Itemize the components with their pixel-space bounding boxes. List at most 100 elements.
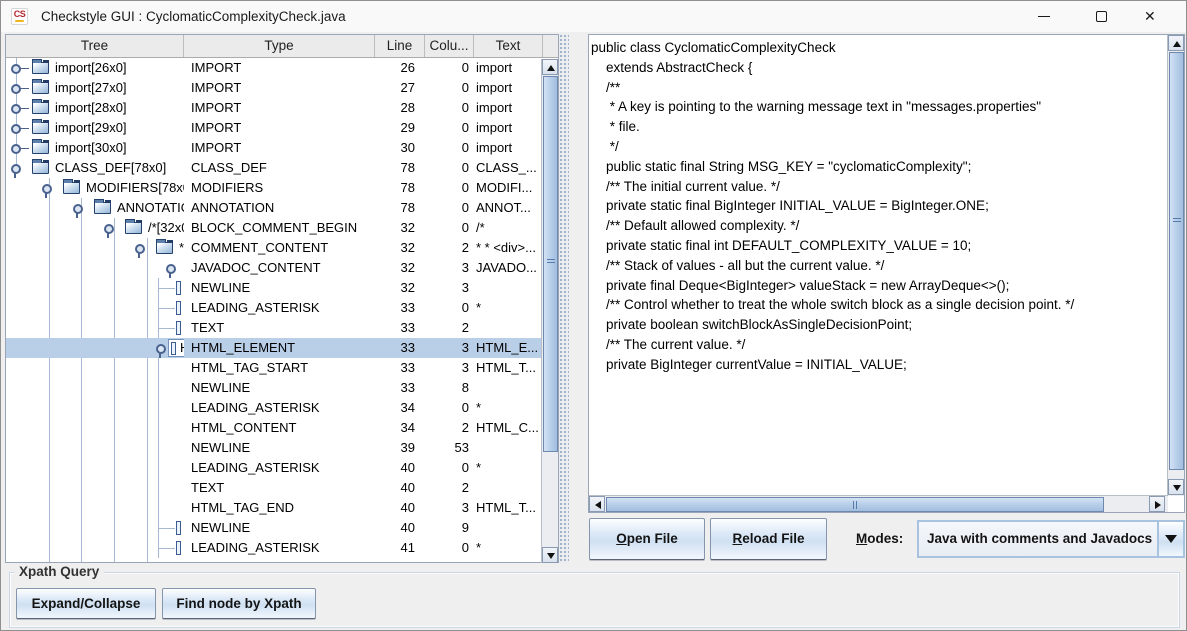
code-horizontal-scrollbar[interactable] bbox=[589, 495, 1168, 512]
tree-row[interactable]: import[27x0]IMPORT270import bbox=[6, 78, 558, 98]
tree-cell: HTML_ELEMENT bbox=[6, 338, 184, 358]
scroll-down-button[interactable] bbox=[1168, 479, 1184, 495]
tree-row[interactable]: LEADING_ASTERISK340* bbox=[6, 398, 558, 418]
tree-scrollbar-thumb[interactable] bbox=[543, 76, 558, 452]
leaf-icon bbox=[176, 301, 181, 315]
type-cell: LEADING_ASTERISK bbox=[184, 298, 375, 318]
tree-expand-handle[interactable] bbox=[40, 178, 56, 198]
expand-collapse-button[interactable]: Expand/Collapse bbox=[16, 588, 156, 619]
tree-cell: import[26x0] bbox=[6, 58, 184, 78]
maximize-icon bbox=[1096, 11, 1107, 22]
tree-row[interactable]: TEXT402 bbox=[6, 478, 558, 498]
column-header-tree[interactable]: Tree bbox=[6, 35, 184, 57]
maximize-button[interactable] bbox=[1078, 1, 1124, 32]
line-cell: 33 bbox=[375, 358, 425, 378]
scroll-left-button[interactable] bbox=[589, 496, 605, 512]
scroll-up-button[interactable] bbox=[1168, 35, 1184, 51]
column-header-type[interactable]: Type bbox=[184, 35, 375, 57]
column-header-column[interactable]: Colu... bbox=[425, 35, 474, 57]
type-cell: IMPORT bbox=[184, 58, 375, 78]
code-scrollbar-thumb[interactable] bbox=[1169, 52, 1184, 470]
tree-row[interactable]: LEADING_ASTERISK410* bbox=[6, 538, 558, 558]
column-header-line[interactable]: Line bbox=[375, 35, 425, 57]
tree-cell bbox=[6, 378, 184, 398]
minimize-button[interactable] bbox=[1021, 1, 1067, 32]
tree-row[interactable]: NEWLINE338 bbox=[6, 378, 558, 398]
tree-node-label: ANNOTATION[78x0] bbox=[117, 198, 184, 218]
column-header-text[interactable]: Text bbox=[474, 35, 543, 57]
line-cell: 40 bbox=[375, 478, 425, 498]
folder-icon bbox=[63, 182, 80, 194]
tree-node-label: CLASS_DEF[78x0] bbox=[55, 158, 166, 178]
tree-expand-handle[interactable] bbox=[164, 258, 180, 278]
tree-collapse-handle[interactable] bbox=[9, 118, 25, 138]
tree-row[interactable]: NEWLINE409 bbox=[6, 518, 558, 538]
tree-collapse-handle[interactable] bbox=[9, 58, 25, 78]
tree-cell: import[30x0] bbox=[6, 138, 184, 158]
type-cell: COMMENT_CONTENT bbox=[184, 238, 375, 258]
scroll-down-button[interactable] bbox=[542, 547, 558, 563]
tree-connector bbox=[158, 528, 175, 529]
tree-row[interactable]: NEWLINE3953 bbox=[6, 438, 558, 458]
text-cell: import bbox=[474, 58, 543, 78]
text-cell: ANNOT... bbox=[474, 198, 543, 218]
tree-row[interactable]: HTML_ELEMENTHTML_ELEMENT333HTML_E... bbox=[6, 338, 558, 358]
tree-row[interactable]: MODIFIERS[78x0]MODIFIERS780MODIFI... bbox=[6, 178, 558, 198]
tree-row[interactable]: LEADING_ASTERISK400* bbox=[6, 458, 558, 478]
tree-node: ANNOTATION[78x0] bbox=[71, 198, 184, 218]
line-cell: 30 bbox=[375, 138, 425, 158]
tree-row[interactable]: import[29x0]IMPORT290import bbox=[6, 118, 558, 138]
tree-collapse-handle[interactable] bbox=[9, 138, 25, 158]
code-area[interactable]: public class CyclomaticComplexityCheck e… bbox=[589, 35, 1168, 496]
scroll-up-button[interactable] bbox=[542, 59, 558, 75]
code-hscrollbar-thumb[interactable] bbox=[606, 497, 1104, 512]
tree-cell: /*[32x0] bbox=[6, 218, 184, 238]
tree-row[interactable]: import[26x0]IMPORT260import bbox=[6, 58, 558, 78]
tree-row[interactable]: HTML_TAG_START333HTML_T... bbox=[6, 358, 558, 378]
tree-cell bbox=[6, 278, 184, 298]
close-button[interactable]: ✕ bbox=[1128, 1, 1174, 32]
tree-row[interactable]: /*[32x0]BLOCK_COMMENT_BEGIN320/* bbox=[6, 218, 558, 238]
tree-cell bbox=[6, 478, 184, 498]
line-cell: 32 bbox=[375, 278, 425, 298]
combobox-dropdown-button[interactable] bbox=[1157, 522, 1183, 556]
tree-row[interactable]: import[30x0]IMPORT300import bbox=[6, 138, 558, 158]
column-header-filler bbox=[543, 35, 558, 57]
split-pane-divider[interactable] bbox=[559, 34, 569, 563]
tree-row[interactable]: HTML_TAG_END403HTML_T... bbox=[6, 498, 558, 518]
tree-expand-handle[interactable] bbox=[71, 198, 87, 218]
column-cell: 0 bbox=[425, 158, 474, 178]
tree-row[interactable]: * * <div>...COMMENT_CONTENT322* * <div>.… bbox=[6, 238, 558, 258]
tree-row[interactable]: ANNOTATION[78x0]ANNOTATION780ANNOT... bbox=[6, 198, 558, 218]
tree-row[interactable]: LEADING_ASTERISK330* bbox=[6, 298, 558, 318]
tree-node-editor[interactable]: HTML_ELEMENT bbox=[168, 339, 184, 357]
line-cell: 41 bbox=[375, 538, 425, 558]
tree-collapse-handle[interactable] bbox=[9, 78, 25, 98]
tree-node: import[26x0] bbox=[9, 58, 127, 78]
text-cell: HTML_T... bbox=[474, 498, 543, 518]
tree-vertical-scrollbar[interactable] bbox=[541, 59, 558, 563]
tree-row[interactable]: JAVADOC_CONTENTJAVADOC_CONTENT323JAVADO.… bbox=[6, 258, 558, 278]
tree-node: * * <div>... bbox=[133, 238, 184, 258]
reload-file-button[interactable]: Reload File bbox=[710, 518, 827, 560]
column-cell: 0 bbox=[425, 178, 474, 198]
column-cell: 0 bbox=[425, 398, 474, 418]
column-cell: 9 bbox=[425, 518, 474, 538]
tree-expand-handle[interactable] bbox=[133, 238, 149, 258]
tree-row[interactable]: NEWLINE323 bbox=[6, 278, 558, 298]
tree-expand-handle[interactable] bbox=[102, 218, 118, 238]
tree-node-label: MODIFIERS[78x0] bbox=[86, 178, 184, 198]
scroll-right-button[interactable] bbox=[1149, 496, 1165, 512]
find-node-by-xpath-button[interactable]: Find node by Xpath bbox=[162, 588, 316, 619]
modes-combobox[interactable]: Java with comments and Javadocs bbox=[917, 520, 1185, 558]
tree-row[interactable]: CLASS_DEF[78x0]CLASS_DEF780CLASS_... bbox=[6, 158, 558, 178]
tree-row[interactable]: TEXT332 bbox=[6, 318, 558, 338]
tree-collapse-handle[interactable] bbox=[9, 98, 25, 118]
tree-node: CLASS_DEF[78x0] bbox=[9, 158, 166, 178]
tree-expand-handle[interactable] bbox=[9, 158, 25, 178]
tree-row[interactable]: import[28x0]IMPORT280import bbox=[6, 98, 558, 118]
column-cell: 0 bbox=[425, 138, 474, 158]
code-vertical-scrollbar[interactable] bbox=[1167, 35, 1184, 496]
tree-row[interactable]: HTML_CONTENT342HTML_C... bbox=[6, 418, 558, 438]
open-file-button[interactable]: Open File bbox=[589, 518, 705, 560]
